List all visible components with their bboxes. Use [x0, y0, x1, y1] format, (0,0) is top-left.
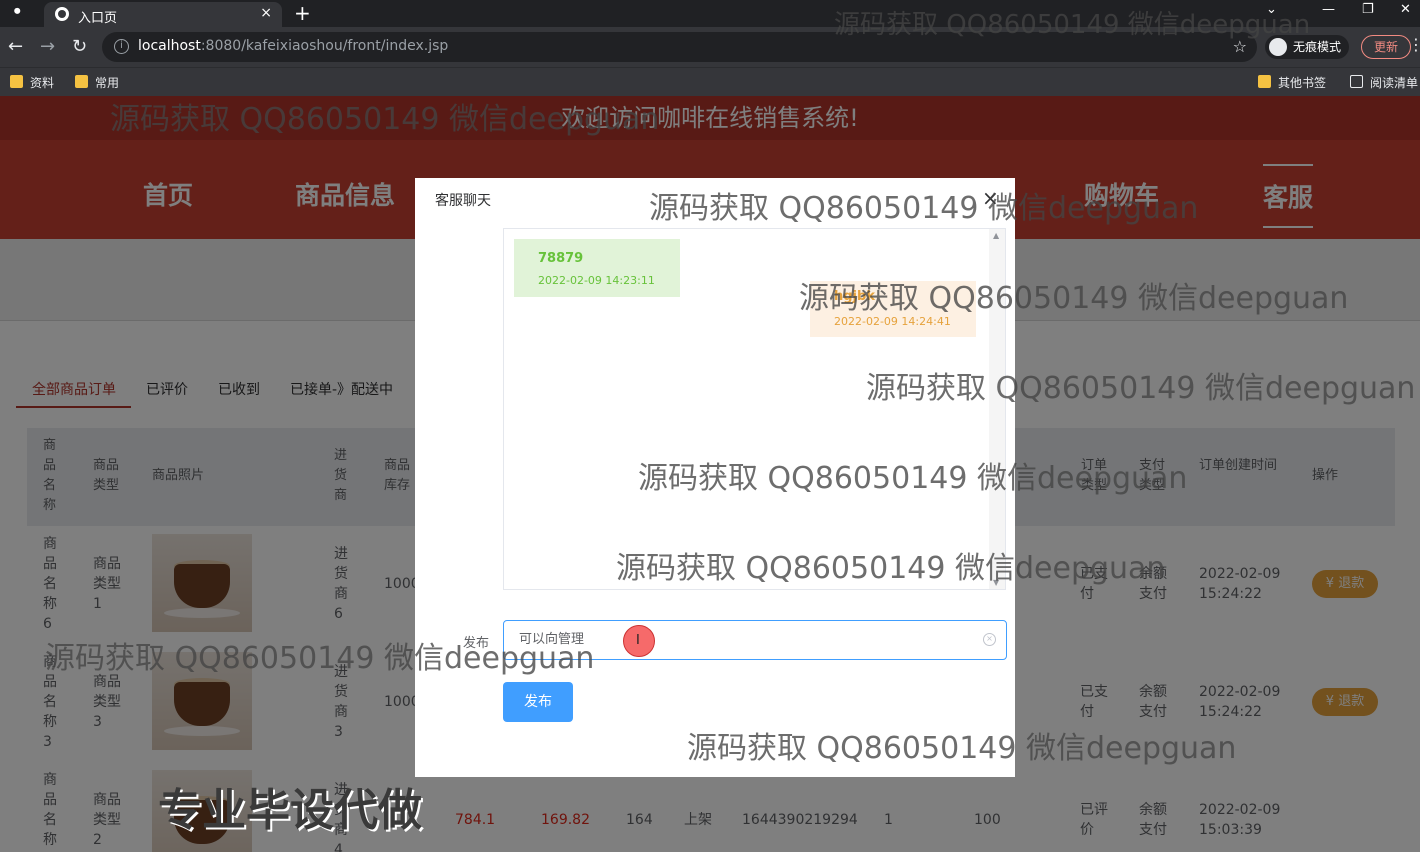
chat-message-admin: hgjbk 2022-02-09 14:24:41 — [810, 281, 976, 337]
browser-tab-strip: ⏺ 入口页 × + ⌄ — ❐ ✕ — [0, 0, 1420, 27]
url-text[interactable]: localhost:8080/kafeixiaoshou/front/index… — [138, 38, 448, 54]
update-button[interactable]: 更新 — [1361, 35, 1412, 59]
close-window-icon[interactable]: ✕ — [1400, 2, 1411, 17]
menu-icon[interactable]: ⋮ — [1408, 35, 1420, 54]
close-tab-icon[interactable]: × — [260, 5, 272, 21]
dialog-title: 客服聊天 — [435, 193, 491, 209]
site-info-icon[interactable]: i — [114, 39, 129, 54]
watermark-large: 专业毕设代做 — [158, 785, 422, 836]
chat-scrollbar[interactable]: ▲ ▼ — [989, 229, 1005, 589]
browser-tab[interactable]: 入口页 × — [44, 2, 282, 27]
mouse-cursor-indicator — [623, 625, 655, 657]
reload-icon[interactable]: ↻ — [72, 36, 87, 57]
incognito-label: 无痕模式 — [1293, 40, 1342, 54]
browser-logo-icon[interactable]: ⏺ — [14, 4, 21, 19]
back-icon[interactable]: ← — [8, 36, 23, 57]
address-bar[interactable]: i localhost:8080/kafeixiaoshou/front/ind… — [102, 32, 1257, 62]
other-bookmarks[interactable]: 其他书签 — [1258, 74, 1326, 91]
bookmark-folder[interactable]: 常用 — [75, 74, 119, 91]
message-input[interactable]: 可以向管理 — [503, 620, 1007, 660]
message-text: 78879 — [538, 251, 584, 266]
scroll-up-icon[interactable]: ▲ — [993, 231, 999, 240]
post-button[interactable]: 发布 — [503, 682, 573, 722]
restore-icon[interactable]: ❐ — [1362, 2, 1374, 17]
minimize-icon[interactable]: — — [1322, 2, 1335, 17]
tab-search-icon[interactable]: ⌄ — [1266, 2, 1277, 17]
reading-list[interactable]: 阅读清单 — [1350, 74, 1418, 91]
tab-favicon-icon — [55, 7, 69, 21]
clear-input-icon[interactable]: × — [983, 633, 996, 646]
forward-icon[interactable]: → — [40, 36, 55, 57]
toolbar: ← → ↻ i localhost:8080/kafeixiaoshou/fro… — [0, 27, 1420, 67]
message-text: hgjbk — [834, 289, 875, 304]
incognito-icon — [1269, 38, 1287, 56]
message-time: 2022-02-09 14:24:41 — [834, 315, 951, 328]
chat-dialog: 客服聊天 × 78879 2022-02-09 14:23:11 hgjbk 2… — [415, 178, 1015, 777]
bookmarks-bar: 资料 常用 其他书签 阅读清单 — [0, 67, 1420, 96]
bookmark-star-icon[interactable]: ☆ — [1233, 37, 1247, 56]
incognito-badge[interactable]: 无痕模式 — [1265, 35, 1350, 59]
message-time: 2022-02-09 14:23:11 — [538, 274, 655, 287]
chat-message-user: 78879 2022-02-09 14:23:11 — [514, 239, 680, 297]
new-tab-button[interactable]: + — [294, 2, 311, 24]
tab-title: 入口页 — [78, 11, 118, 26]
close-dialog-icon[interactable]: × — [982, 186, 999, 210]
page-content: 欢迎访问咖啡在线销售系统! 首页 商品信息 购物车 客服 全部商品订单 已评价 … — [0, 96, 1420, 852]
post-label: 发布 — [463, 636, 490, 651]
scroll-down-icon[interactable]: ▼ — [993, 578, 999, 587]
chat-history[interactable]: 78879 2022-02-09 14:23:11 hgjbk 2022-02-… — [503, 228, 1006, 590]
bookmark-folder[interactable]: 资料 — [10, 74, 54, 91]
